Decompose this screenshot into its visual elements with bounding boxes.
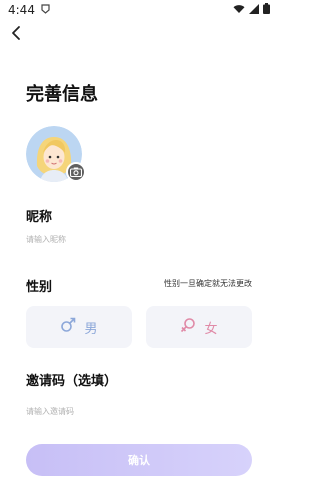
chevron-left-icon	[12, 26, 20, 40]
wifi-icon	[233, 3, 245, 17]
gender-male-option[interactable]: 男	[26, 306, 132, 348]
status-time: 4:44	[8, 3, 35, 17]
notification-icon	[41, 3, 50, 17]
battery-icon	[263, 3, 270, 17]
gender-hint: 性别一旦确定就无法更改	[164, 279, 252, 288]
page-title: 完善信息	[26, 84, 98, 105]
male-label: 男	[84, 321, 98, 337]
male-icon	[60, 317, 76, 337]
back-button[interactable]	[8, 24, 26, 42]
gender-label: 性别	[26, 280, 53, 295]
camera-icon[interactable]	[66, 162, 86, 182]
female-label: 女	[204, 321, 218, 337]
gender-female-option[interactable]: 女	[146, 306, 252, 348]
signal-icon	[249, 3, 259, 17]
invite-code-label: 邀请码（选填）	[26, 374, 118, 389]
nickname-label: 昵称	[26, 210, 53, 225]
confirm-button[interactable]: 确认	[26, 444, 252, 476]
avatar-upload[interactable]	[26, 126, 86, 182]
invite-code-input[interactable]	[26, 400, 252, 422]
nickname-input[interactable]	[26, 228, 252, 250]
female-icon	[180, 317, 196, 337]
status-bar: 4:44	[0, 0, 278, 20]
